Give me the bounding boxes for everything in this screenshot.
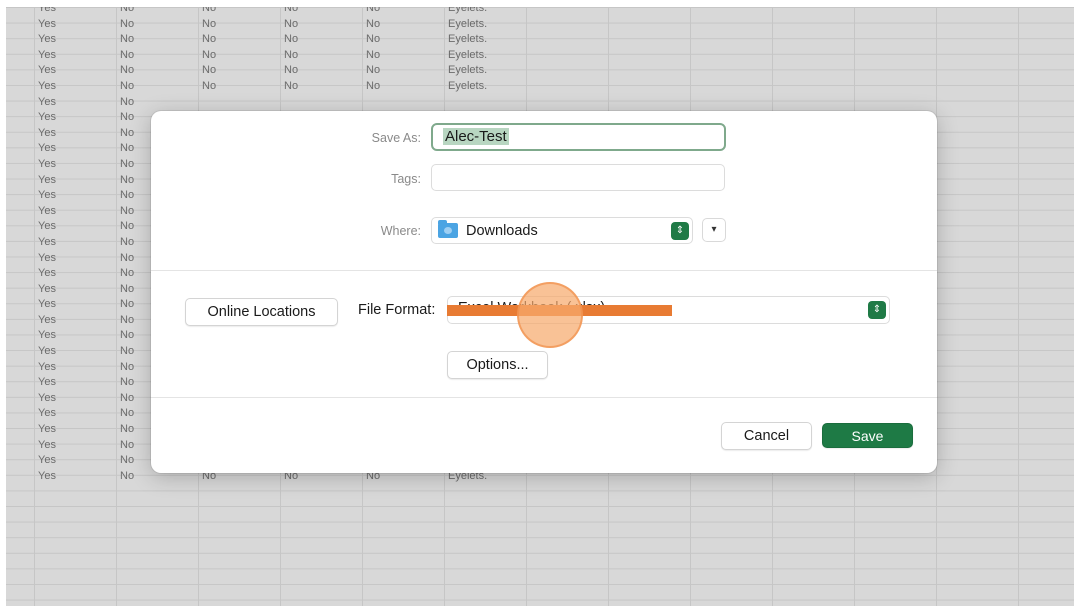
- table-cell[interactable]: Eyelets.: [444, 63, 526, 79]
- table-cell[interactable]: Eyelets.: [444, 48, 526, 64]
- table-row: Yes No No No No Eyelets.: [6, 79, 1074, 95]
- up-down-stepper-icon[interactable]: ⇕: [671, 222, 689, 240]
- table-cell[interactable]: Yes: [6, 48, 116, 64]
- table-row: Yes No No No No Eyelets.: [6, 7, 1074, 17]
- table-cell[interactable]: Yes: [6, 141, 116, 157]
- table-cell[interactable]: Yes: [6, 391, 116, 407]
- tags-label: Tags:: [391, 172, 421, 186]
- click-indicator: [517, 282, 583, 348]
- table-cell[interactable]: No: [116, 63, 198, 79]
- table-row: Yes No No No No Eyelets.: [6, 17, 1074, 33]
- table-row: Yes No No No No Eyelets.: [6, 32, 1074, 48]
- table-cell[interactable]: Yes: [6, 313, 116, 329]
- table-cell[interactable]: Yes: [6, 79, 116, 95]
- table-cell[interactable]: No: [198, 32, 280, 48]
- table-cell[interactable]: Yes: [6, 406, 116, 422]
- table-cell[interactable]: Yes: [6, 63, 116, 79]
- table-cell[interactable]: Yes: [6, 95, 116, 111]
- options-button[interactable]: Options...: [447, 351, 548, 379]
- chevron-down-icon[interactable]: ▾: [702, 218, 726, 242]
- table-cell[interactable]: No: [280, 63, 362, 79]
- table-cell[interactable]: Yes: [6, 266, 116, 282]
- table-row: Yes No No No No Eyelets.: [6, 63, 1074, 79]
- table-cell[interactable]: Yes: [6, 204, 116, 220]
- table-cell[interactable]: Yes: [6, 453, 116, 469]
- divider: [151, 397, 937, 398]
- table-cell[interactable]: Yes: [6, 422, 116, 438]
- online-locations-button[interactable]: Online Locations: [185, 298, 338, 326]
- table-cell[interactable]: Eyelets.: [444, 17, 526, 33]
- table-cell[interactable]: Eyelets.: [444, 7, 526, 17]
- divider: [151, 270, 937, 271]
- table-cell[interactable]: No: [116, 95, 198, 111]
- table-cell[interactable]: No: [362, 7, 444, 17]
- table-cell[interactable]: Eyelets.: [444, 79, 526, 95]
- save-dialog: Save As: Alec-Test Tags: Where: Download…: [151, 111, 937, 473]
- table-cell[interactable]: Yes: [6, 126, 116, 142]
- tags-input[interactable]: [431, 164, 725, 191]
- table-cell[interactable]: Yes: [6, 282, 116, 298]
- table-cell[interactable]: No: [116, 79, 198, 95]
- table-cell[interactable]: No: [116, 48, 198, 64]
- table-cell[interactable]: Yes: [6, 469, 116, 485]
- table-row: Yes No No No No Eyelets.: [6, 48, 1074, 64]
- file-format-label: File Format:: [358, 302, 436, 318]
- table-cell[interactable]: No: [116, 17, 198, 33]
- table-cell[interactable]: No: [198, 63, 280, 79]
- table-cell[interactable]: Yes: [6, 7, 116, 17]
- table-cell[interactable]: [444, 95, 526, 111]
- table-row: Yes No: [6, 95, 1074, 111]
- table-cell[interactable]: No: [198, 7, 280, 17]
- table-cell[interactable]: No: [362, 79, 444, 95]
- table-cell[interactable]: Yes: [6, 173, 116, 189]
- table-cell[interactable]: Eyelets.: [444, 32, 526, 48]
- where-label: Where:: [380, 224, 421, 238]
- table-cell[interactable]: Yes: [6, 360, 116, 376]
- save-as-value: Alec-Test: [443, 128, 509, 145]
- table-cell[interactable]: Yes: [6, 344, 116, 360]
- table-cell[interactable]: No: [280, 48, 362, 64]
- table-cell[interactable]: Yes: [6, 32, 116, 48]
- table-cell[interactable]: No: [116, 7, 198, 17]
- table-cell[interactable]: No: [198, 48, 280, 64]
- table-cell[interactable]: Yes: [6, 297, 116, 313]
- save-button[interactable]: Save: [822, 423, 913, 448]
- table-cell[interactable]: No: [362, 32, 444, 48]
- save-as-input[interactable]: Alec-Test: [431, 123, 726, 151]
- cancel-button[interactable]: Cancel: [721, 422, 812, 450]
- table-cell[interactable]: Yes: [6, 375, 116, 391]
- table-cell[interactable]: Yes: [6, 438, 116, 454]
- table-cell[interactable]: Yes: [6, 219, 116, 235]
- table-cell[interactable]: No: [198, 79, 280, 95]
- table-cell[interactable]: No: [280, 17, 362, 33]
- table-cell[interactable]: [198, 95, 280, 111]
- where-select[interactable]: Downloads: [431, 217, 693, 244]
- table-cell[interactable]: Yes: [6, 157, 116, 173]
- table-cell[interactable]: No: [280, 7, 362, 17]
- file-format-stepper-icon[interactable]: ⇕: [868, 301, 886, 319]
- where-value: Downloads: [466, 222, 538, 239]
- table-cell[interactable]: No: [198, 17, 280, 33]
- table-cell[interactable]: [362, 95, 444, 111]
- table-cell[interactable]: [280, 95, 362, 111]
- table-cell[interactable]: No: [362, 17, 444, 33]
- table-cell[interactable]: No: [116, 32, 198, 48]
- table-cell[interactable]: Yes: [6, 251, 116, 267]
- table-cell[interactable]: No: [362, 48, 444, 64]
- table-cell[interactable]: Yes: [6, 328, 116, 344]
- save-as-label: Save As:: [371, 131, 421, 145]
- table-cell[interactable]: No: [362, 63, 444, 79]
- table-cell[interactable]: No: [280, 32, 362, 48]
- table-cell[interactable]: Yes: [6, 235, 116, 251]
- table-cell[interactable]: Yes: [6, 110, 116, 126]
- app-window: Yes No No No No Eyelets. Yes No No No No Eyelets. Ye…: [6, 7, 1074, 606]
- table-cell[interactable]: Yes: [6, 17, 116, 33]
- folder-icon: [438, 220, 458, 238]
- table-cell[interactable]: Yes: [6, 188, 116, 204]
- table-cell[interactable]: No: [280, 79, 362, 95]
